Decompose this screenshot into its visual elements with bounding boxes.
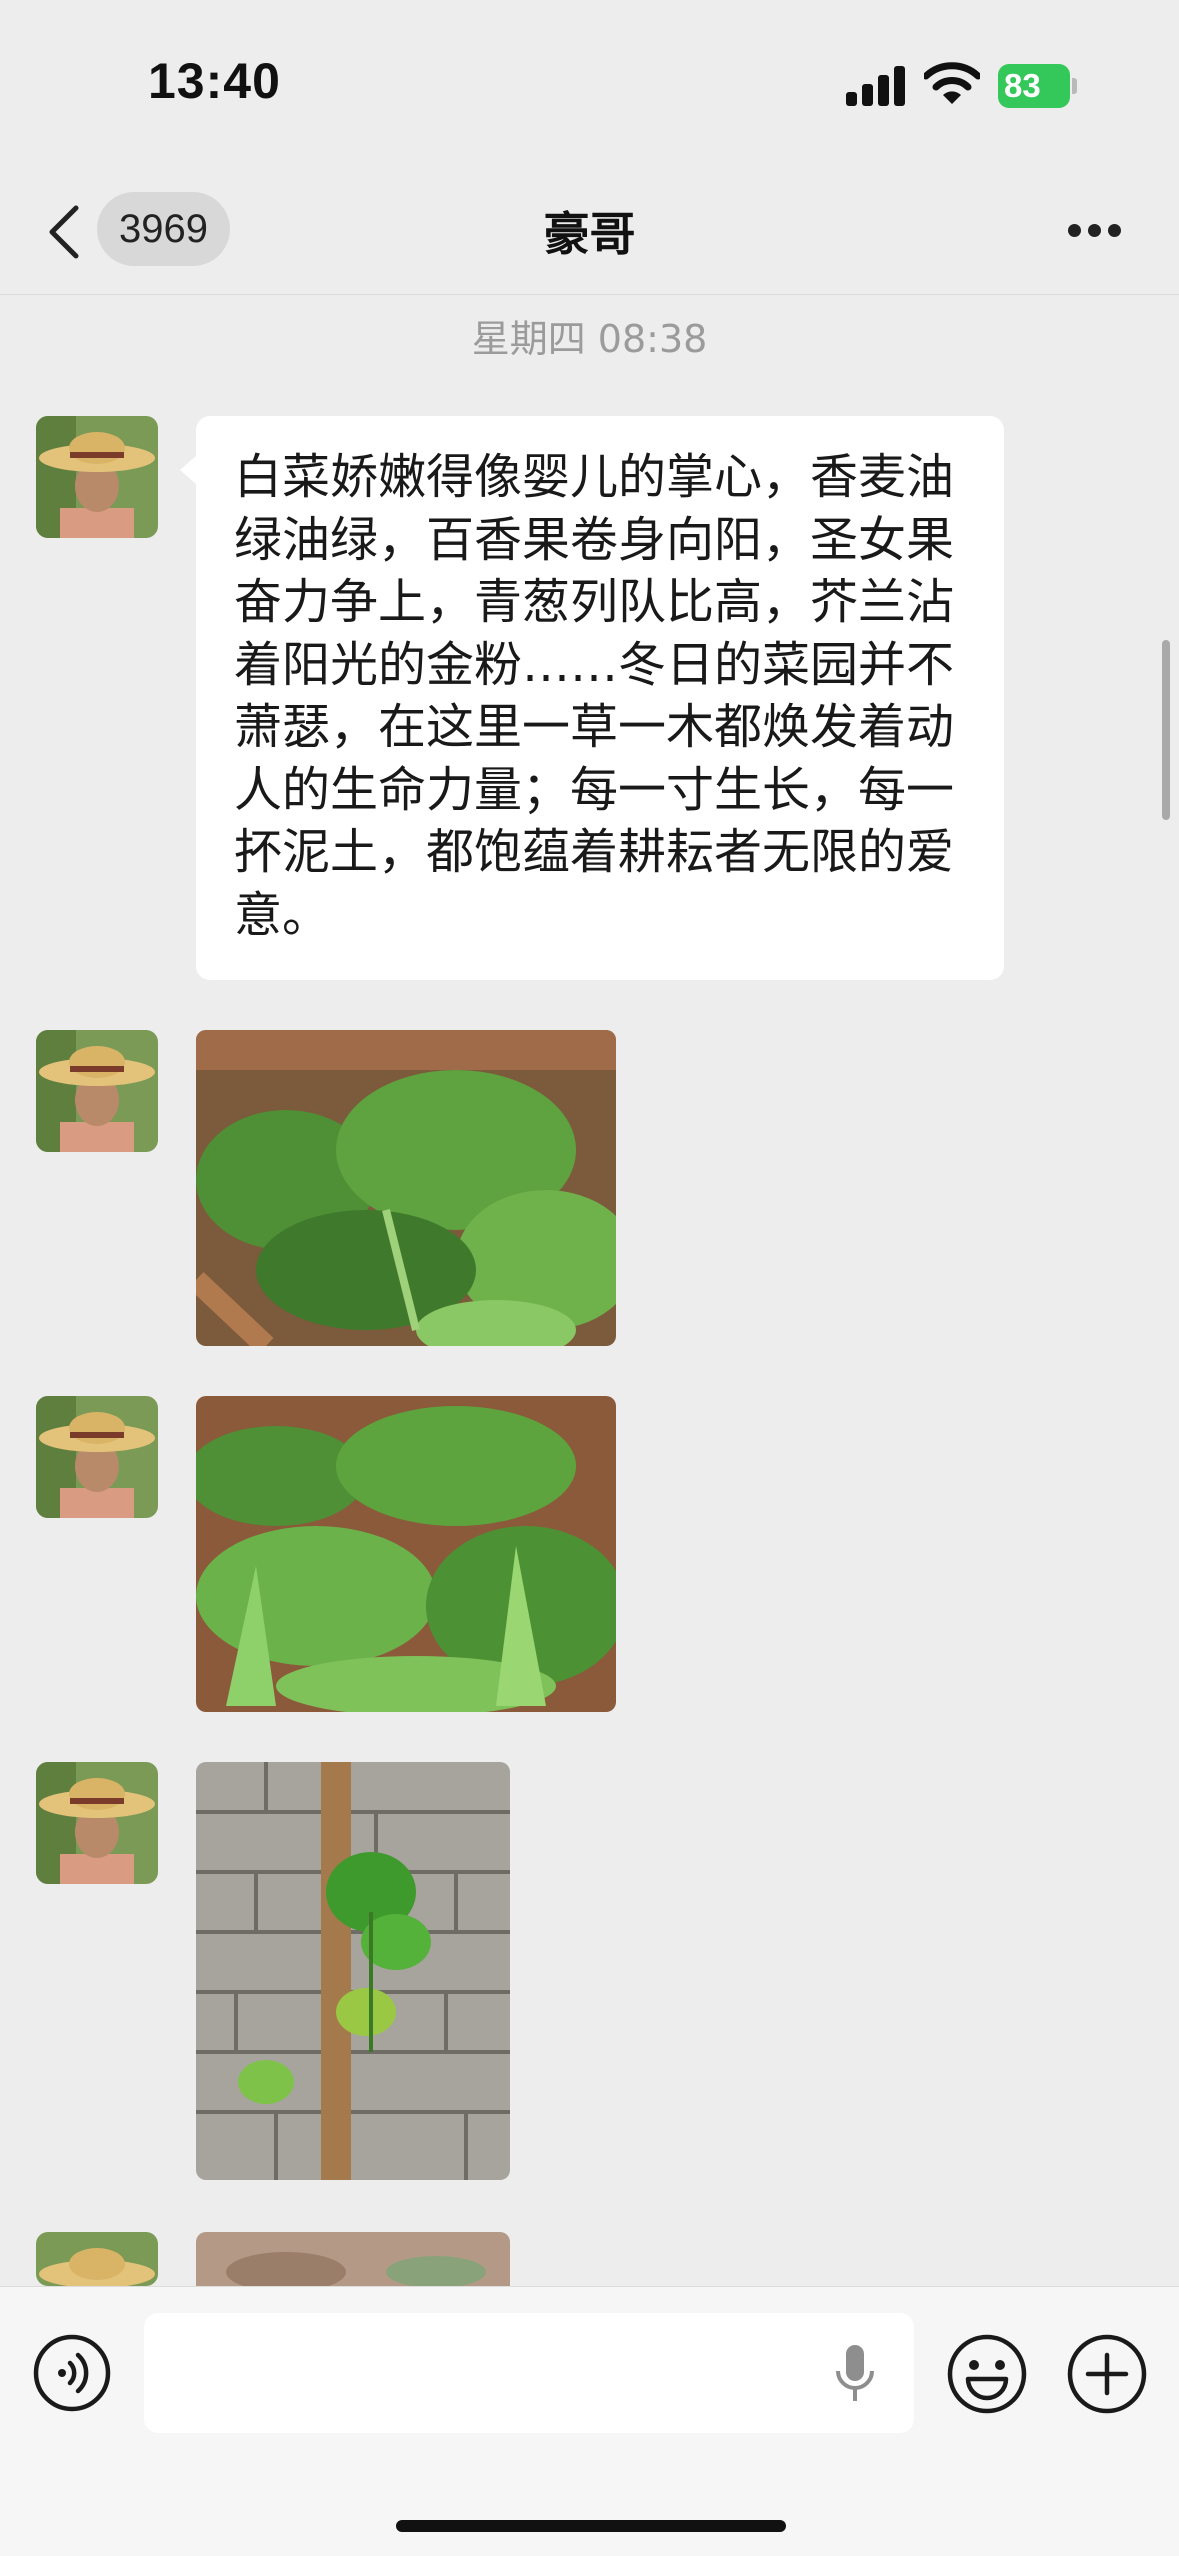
image-message[interactable]	[196, 1762, 510, 2180]
home-indicator	[396, 2520, 786, 2532]
status-bar: 13:40 83	[0, 0, 1179, 170]
emoji-icon[interactable]	[946, 2333, 1028, 2415]
cellular-signal-icon	[846, 66, 908, 106]
message-text-field[interactable]	[144, 2313, 914, 2433]
battery-level: 83	[998, 64, 1070, 108]
status-time: 13:40	[148, 53, 281, 109]
contact-avatar[interactable]	[36, 1396, 158, 1518]
contact-avatar[interactable]	[36, 2232, 158, 2286]
more-options-icon[interactable]	[1064, 218, 1124, 242]
voice-input-icon[interactable]	[32, 2333, 112, 2413]
image-message[interactable]	[196, 1396, 616, 1712]
chat-title: 豪哥	[543, 207, 636, 261]
battery-icon: 83	[998, 64, 1078, 108]
scrollbar-thumb[interactable]	[1162, 640, 1170, 820]
message-timestamp: 星期四 08:38	[471, 317, 708, 361]
contact-avatar[interactable]	[36, 1030, 158, 1152]
wifi-icon	[924, 62, 980, 104]
microphone-icon[interactable]	[832, 2343, 878, 2405]
chat-header: 3969 豪哥	[0, 170, 1179, 295]
contact-avatar[interactable]	[36, 416, 158, 538]
message-text: 白菜娇嫩得像婴儿的掌心，香麦油绿油绿，百香果卷身向阳，圣女果奋力争上，青葱列队比…	[234, 449, 955, 943]
message-input-bar	[0, 2286, 1179, 2556]
image-message[interactable]	[196, 1030, 616, 1346]
contact-avatar[interactable]	[36, 1762, 158, 1884]
text-message-bubble[interactable]: 白菜娇嫩得像婴儿的掌心，香麦油绿油绿，百香果卷身向阳，圣女果奋力争上，青葱列队比…	[180, 416, 1004, 980]
image-message[interactable]	[196, 2232, 510, 2286]
add-attachment-icon[interactable]	[1066, 2333, 1148, 2415]
